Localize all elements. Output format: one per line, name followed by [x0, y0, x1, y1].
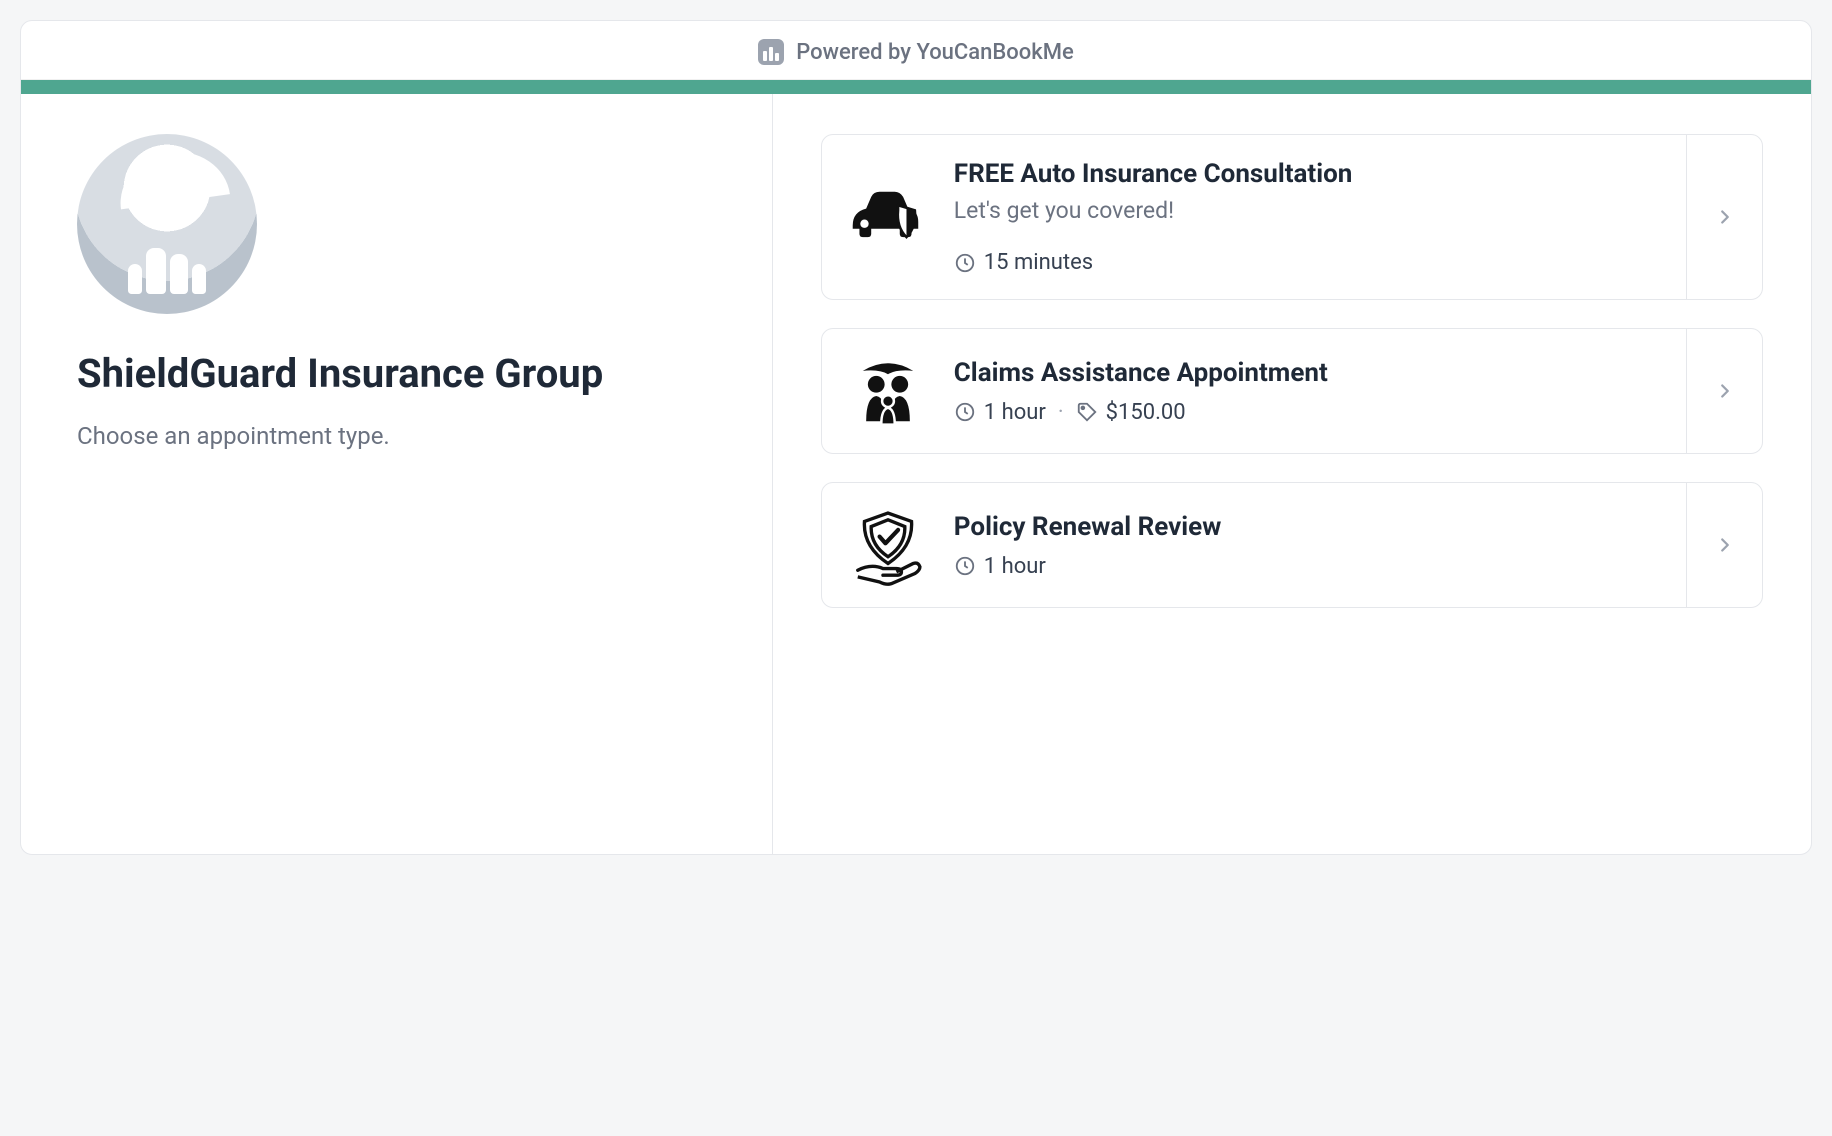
duration-badge: 1 hour [954, 400, 1046, 425]
powered-by-bar[interactable]: Powered by YouCanBookMe [21, 21, 1811, 80]
clock-icon [954, 252, 976, 274]
duration-badge: 15 minutes [954, 250, 1093, 275]
appointments-list: FREE Auto Insurance Consultation Let's g… [773, 94, 1811, 854]
duration-text: 1 hour [984, 400, 1046, 425]
profile-panel: ShieldGuard Insurance Group Choose an ap… [21, 94, 773, 854]
appointment-option-policy-renewal[interactable]: Policy Renewal Review 1 hour [821, 482, 1763, 608]
company-name: ShieldGuard Insurance Group [77, 350, 716, 398]
chevron-right-icon [1686, 329, 1762, 453]
family-umbrella-icon [822, 329, 954, 453]
price-badge: $150.00 [1076, 400, 1186, 425]
appointment-description: Let's get you covered! [954, 197, 1678, 224]
clock-icon [954, 555, 976, 577]
appointment-title: FREE Auto Insurance Consultation [954, 159, 1678, 189]
chevron-right-icon [1686, 483, 1762, 607]
duration-text: 1 hour [984, 554, 1046, 579]
appointment-title: Policy Renewal Review [954, 512, 1678, 542]
chevron-right-icon [1686, 135, 1762, 299]
clock-icon [954, 401, 976, 423]
duration-badge: 1 hour [954, 554, 1046, 579]
duration-text: 15 minutes [984, 250, 1093, 275]
ycbm-logo-icon [758, 39, 784, 65]
appointment-option-claims-assistance[interactable]: Claims Assistance Appointment 1 hour · $… [821, 328, 1763, 454]
price-text: $150.00 [1106, 400, 1186, 425]
appointment-option-auto-insurance[interactable]: FREE Auto Insurance Consultation Let's g… [821, 134, 1763, 300]
tag-icon [1076, 401, 1098, 423]
accent-bar [21, 80, 1811, 94]
powered-by-text: Powered by YouCanBookMe [796, 40, 1073, 65]
appointment-title: Claims Assistance Appointment [954, 358, 1678, 388]
shield-hand-icon [822, 483, 954, 607]
profile-avatar [77, 134, 257, 314]
separator-dot: · [1058, 400, 1064, 425]
booking-card: Powered by YouCanBookMe ShieldGuard Insu… [20, 20, 1812, 855]
car-shield-icon [822, 135, 954, 299]
subtitle: Choose an appointment type. [77, 422, 716, 450]
